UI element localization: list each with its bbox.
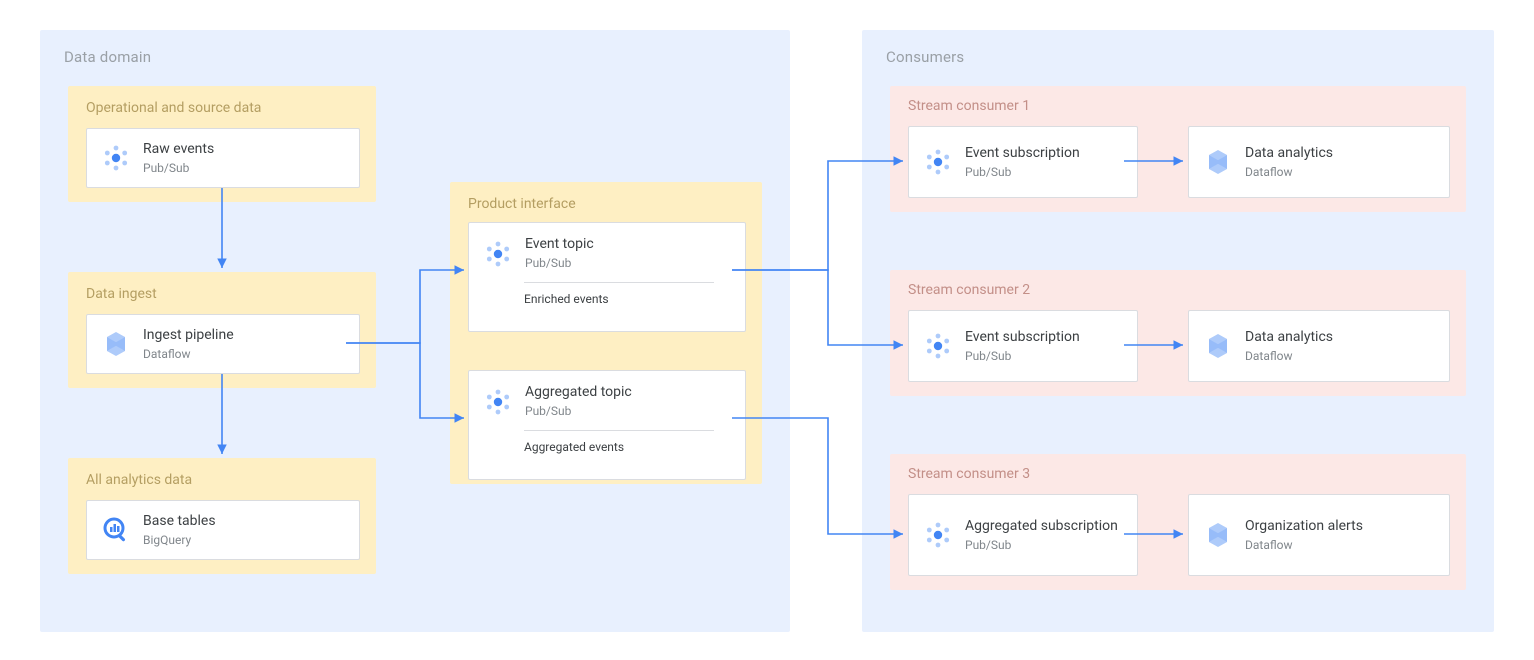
pubsub-icon: [923, 520, 953, 550]
region-label-consumers: Consumers: [886, 48, 964, 66]
region-label-data-domain: Data domain: [64, 48, 151, 66]
subbox-label-source: Operational and source data: [86, 100, 261, 116]
card-sub: BigQuery: [143, 532, 216, 548]
card-title: Event topic: [525, 235, 731, 253]
note-enriched-events: Enriched events: [524, 292, 609, 306]
card-c1-analytics: Data analytics Dataflow: [1188, 126, 1450, 198]
card-sub: Dataflow: [143, 346, 234, 362]
dataflow-icon: [101, 329, 131, 359]
consumer-label-2: Stream consumer 2: [908, 282, 1030, 298]
card-title: Ingest pipeline: [143, 326, 234, 344]
card-sub: Pub/Sub: [965, 164, 1080, 180]
card-sub: Dataflow: [1245, 537, 1363, 553]
subbox-label-analytics: All analytics data: [86, 472, 192, 488]
card-title: Raw events: [143, 140, 214, 158]
card-c1-subscription: Event subscription Pub/Sub: [908, 126, 1138, 198]
card-sub: Pub/Sub: [525, 403, 731, 419]
note-aggregated-events: Aggregated events: [524, 440, 624, 454]
card-ingest-pipeline: Ingest pipeline Dataflow: [86, 314, 360, 374]
dataflow-icon: [1203, 147, 1233, 177]
divider: [524, 430, 714, 431]
card-title: Data analytics: [1245, 328, 1333, 346]
card-sub: Pub/Sub: [965, 348, 1080, 364]
pubsub-icon: [101, 143, 131, 173]
consumer-label-3: Stream consumer 3: [908, 466, 1030, 482]
card-raw-events: Raw events Pub/Sub: [86, 128, 360, 188]
dataflow-icon: [1203, 331, 1233, 361]
card-sub: Pub/Sub: [525, 255, 731, 271]
card-c3-subscription: Aggregated subscription Pub/Sub: [908, 494, 1138, 576]
dataflow-icon: [1203, 520, 1233, 550]
pubsub-icon: [923, 147, 953, 177]
card-title: Aggregated subscription: [965, 517, 1118, 535]
card-sub: Dataflow: [1245, 164, 1333, 180]
card-title: Event subscription: [965, 328, 1080, 346]
card-event-topic: Event topic Pub/Sub: [468, 222, 746, 332]
card-base-tables: Base tables BigQuery: [86, 500, 360, 560]
subbox-label-interface: Product interface: [468, 196, 576, 212]
consumer-label-1: Stream consumer 1: [908, 98, 1030, 114]
pubsub-icon: [483, 387, 513, 417]
card-sub: Pub/Sub: [965, 537, 1118, 553]
card-title: Aggregated topic: [525, 383, 731, 401]
pubsub-icon: [483, 239, 513, 269]
card-title: Data analytics: [1245, 144, 1333, 162]
card-sub: Dataflow: [1245, 348, 1333, 364]
card-title: Event subscription: [965, 144, 1080, 162]
card-c3-analytics: Organization alerts Dataflow: [1188, 494, 1450, 576]
card-sub: Pub/Sub: [143, 160, 214, 176]
pubsub-icon: [923, 331, 953, 361]
card-c2-subscription: Event subscription Pub/Sub: [908, 310, 1138, 382]
card-title: Organization alerts: [1245, 517, 1363, 535]
divider: [524, 282, 714, 283]
subbox-label-ingest: Data ingest: [86, 286, 157, 302]
card-c2-analytics: Data analytics Dataflow: [1188, 310, 1450, 382]
card-title: Base tables: [143, 512, 216, 530]
card-aggregated-topic: Aggregated topic Pub/Sub: [468, 370, 746, 480]
bigquery-icon: [101, 515, 131, 545]
